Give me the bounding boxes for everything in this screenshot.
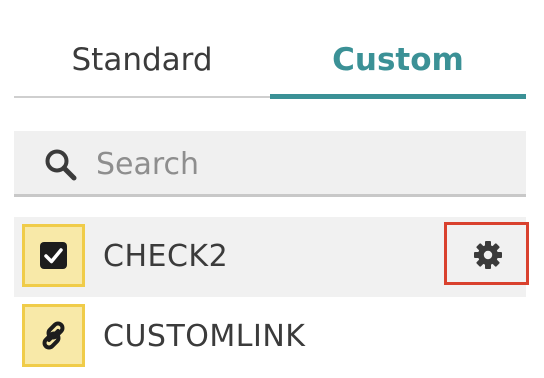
search-input[interactable] [94,141,518,187]
list-item-label: CHECK2 [103,239,229,274]
list-item-check2[interactable]: CHECK2 [14,217,529,297]
list-item-customlink[interactable]: CUSTOMLINK [14,297,526,377]
checkbox-icon [40,242,67,269]
active-tab-indicator [270,94,526,99]
link-icon [42,321,65,350]
tab-custom[interactable]: Custom [270,36,526,84]
checkbox-field-icon-box [22,224,85,287]
search-box[interactable] [14,131,526,197]
list-item-label: CUSTOMLINK [103,319,306,354]
link-field-icon-box [22,304,85,367]
field-settings-button[interactable] [444,222,529,285]
search-icon [45,149,77,181]
gear-icon [474,241,502,269]
tab-bar: Standard Custom [14,0,526,100]
field-picker-panel: Standard Custom CHECK2 [14,0,529,378]
tab-standard[interactable]: Standard [14,36,270,84]
